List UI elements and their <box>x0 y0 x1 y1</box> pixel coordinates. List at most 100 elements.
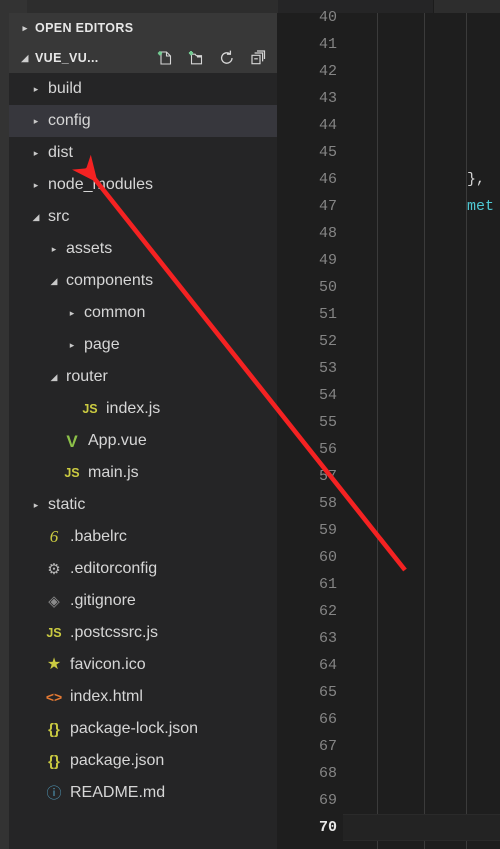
section-open-editors-label: OPEN EDITORS <box>35 21 134 35</box>
line-number: 69 <box>318 792 337 809</box>
code-editor[interactable]: 40 41 42 43 44 45 46 47 48 49 50 51 52 53 54 55 56 57 58 59… <box>277 9 500 849</box>
tree-item-label: .postcssrc.js <box>70 624 159 641</box>
babel-file-icon: 6 <box>43 527 65 547</box>
section-open-editors[interactable]: ▸ OPEN EDITORS <box>9 13 277 43</box>
star-icon-glyph: ★ <box>46 656 62 673</box>
editor-tab-right[interactable] <box>434 0 500 13</box>
active-line-highlight <box>343 814 500 841</box>
tree-item-label: main.js <box>88 464 139 481</box>
js-file-icon: JS <box>43 626 65 640</box>
line-number: 62 <box>318 603 337 620</box>
line-number: 44 <box>318 117 337 134</box>
tree-file-row[interactable]: <> index.html <box>9 681 277 713</box>
vue-file-icon: V <box>61 433 83 450</box>
tree-item-label: package.json <box>70 752 165 769</box>
new-file-icon[interactable] <box>156 49 174 67</box>
chevron-right-icon: ▸ <box>33 499 39 510</box>
tree-file-row[interactable]: {} package.json <box>9 745 277 777</box>
js-file-icon-glyph: JS <box>46 626 62 640</box>
line-number: 64 <box>318 657 337 674</box>
line-number: 50 <box>318 279 337 296</box>
line-number: 55 <box>318 414 337 431</box>
section-workspace-folder[interactable]: ◢ VUE_VU... <box>9 43 277 73</box>
tree-file-row[interactable]: JS main.js <box>9 457 277 489</box>
markdown-file-icon: ⓘ <box>43 786 65 801</box>
chevron-right-icon: ▸ <box>33 83 39 94</box>
line-number: 53 <box>318 360 337 377</box>
tree-file-row[interactable]: {} package-lock.json <box>9 713 277 745</box>
tree-file-row[interactable]: ★ favicon.ico <box>9 649 277 681</box>
chevron-right-icon: ▸ <box>33 115 39 126</box>
line-number: 57 <box>318 468 337 485</box>
collapse-all-icon[interactable] <box>249 49 267 67</box>
tree-item-label: index.html <box>70 688 143 705</box>
json-file-icon: {} <box>43 721 65 738</box>
js-file-icon-glyph: JS <box>82 402 98 416</box>
tree-item-label: build <box>48 80 82 97</box>
tree-item-label: router <box>66 368 108 385</box>
line-number: 52 <box>318 333 337 350</box>
line-number: 66 <box>318 711 337 728</box>
tree-folder-row[interactable]: ▸ build <box>9 73 277 105</box>
tree-item-label: dist <box>48 144 73 161</box>
tree-folder-row[interactable]: ◢ router <box>9 361 277 393</box>
tree-folder-row[interactable]: ▸ assets <box>9 233 277 265</box>
refresh-icon[interactable] <box>218 49 236 67</box>
tree-file-row[interactable]: JS .postcssrc.js <box>9 617 277 649</box>
chevron-right-icon: ▸ <box>33 179 39 190</box>
line-number: 46 <box>318 171 337 188</box>
babel-file-icon-glyph: 6 <box>49 527 59 546</box>
line-number: 56 <box>318 441 337 458</box>
tree-file-row[interactable]: V App.vue <box>9 425 277 457</box>
new-folder-icon[interactable] <box>187 49 205 67</box>
line-number: 63 <box>318 630 337 647</box>
markdown-file-icon-glyph: ⓘ <box>46 784 62 802</box>
line-number: 58 <box>318 495 337 512</box>
activity-bar[interactable] <box>0 13 9 849</box>
tree-item-label: components <box>66 272 154 289</box>
chevron-down-icon: ◢ <box>50 275 58 286</box>
json-file-icon-glyph: {} <box>48 752 60 770</box>
chevron-right-icon: ▸ <box>69 307 75 318</box>
tree-folder-row[interactable]: ▸ dist <box>9 137 277 169</box>
tree-item-label: .editorconfig <box>70 560 158 577</box>
tree-item-label: favicon.ico <box>70 656 146 673</box>
tree-folder-row[interactable]: ▸ page <box>9 329 277 361</box>
line-number: 61 <box>318 576 337 593</box>
tree-file-row[interactable]: JS index.js <box>9 393 277 425</box>
tree-item-label: package-lock.json <box>70 720 199 737</box>
tree-file-row[interactable]: ⓘ README.md <box>9 777 277 809</box>
tree-folder-row[interactable]: ◢ components <box>9 265 277 297</box>
chevron-down-icon: ◢ <box>32 211 40 222</box>
tree-folder-row[interactable]: ▸ common <box>9 297 277 329</box>
file-tree: ▸ build ▸ config ▸ dist ▸ node_modules ◢ src ▸ asse… <box>9 73 277 809</box>
tree-folder-row[interactable]: ◢ src <box>9 201 277 233</box>
tree-folder-row[interactable]: ▸ config <box>9 105 277 137</box>
explorer-toolbar <box>156 43 267 73</box>
tree-folder-row[interactable]: ▸ node_modules <box>9 169 277 201</box>
tree-file-row[interactable]: ◈ .gitignore <box>9 585 277 617</box>
line-number: 45 <box>318 144 337 161</box>
line-number: 41 <box>318 36 337 53</box>
indent-guide-line <box>424 13 425 849</box>
tree-folder-row[interactable]: ▸ static <box>9 489 277 521</box>
line-number: 40 <box>318 9 337 26</box>
chevron-down-icon: ◢ <box>21 52 29 63</box>
chevron-right-icon: ▸ <box>51 243 57 254</box>
tree-file-row[interactable]: ⚙ .editorconfig <box>9 553 277 585</box>
chevron-down-icon: ◢ <box>50 371 58 382</box>
tree-item-label: README.md <box>70 784 166 801</box>
code-token: }, <box>467 171 486 188</box>
line-number: 65 <box>318 684 337 701</box>
tree-item-label: node_modules <box>48 176 153 193</box>
line-number: 51 <box>318 306 337 323</box>
chevron-right-icon: ▸ <box>22 22 28 33</box>
vue-file-icon-glyph: V <box>66 431 78 451</box>
git-file-icon-glyph: ◈ <box>48 592 60 610</box>
tree-file-row[interactable]: 6 .babelrc <box>9 521 277 553</box>
